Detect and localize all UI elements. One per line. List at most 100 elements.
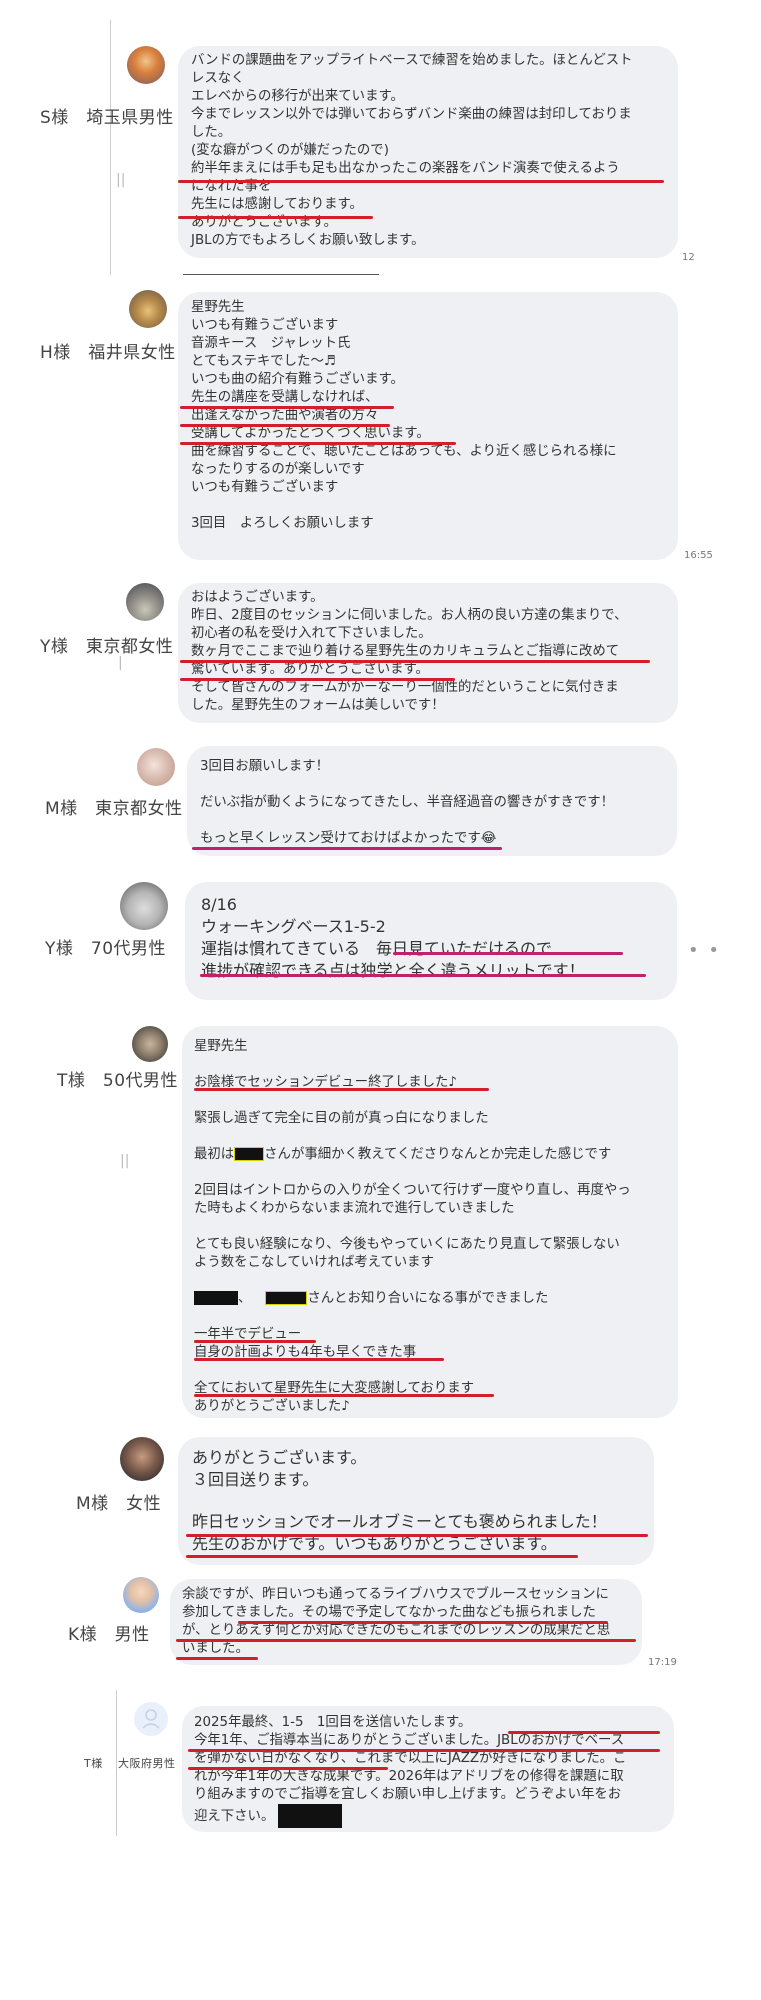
message-m-tokyo: M様 東京都女性 3回目お願いします！ だいぶ指が動くようになってきたし、半音経… [0,740,761,860]
message-line: なったりするのが楽しいです [191,462,365,477]
message-line: 最初は さんが事細かく教えてくださりなんとか完走した感じです [194,1146,611,1164]
message-line: とてもステキでした〜♬ [191,354,336,369]
message-t-50s: T様 50代男性 || 星野先生 お陰様でセッションデビュー終了しました♪ 緊張… [0,1020,761,1420]
message-bubble[interactable]: 8/16 ウォーキングベース1-5-2 運指は慣れてきている 毎日見ていただける… [185,882,677,1000]
message-bubble[interactable]: 3回目お願いします！ だいぶ指が動くようになってきたし、半音経過音の響きがすきで… [187,746,677,856]
message-line: ありがとうございます。 [192,1448,367,1467]
user-avatar[interactable] [134,1702,168,1736]
message-line: 星野先生 [194,1039,248,1054]
message-line: 進捗が確認できる点は独学と全く違うメリットです！ [201,961,585,980]
highlight-underline [176,1657,258,1660]
user-avatar[interactable] [120,1437,164,1481]
message-line: 、 さんとお知り合いになる事ができました [194,1290,548,1308]
message-k-male: K様 男性 余談ですが、昨日いつも通ってるライブハウスでブルースセッションに 参… [0,1575,761,1670]
highlight-underline [192,847,502,850]
message-line: 3回目 よろしくお願いします [191,516,374,531]
message-line: 昨日、2度目のセッションに伺いました。お人柄の良い方達の集まりで、 [191,608,628,623]
message-line: おはようございます。 [191,590,324,605]
message-line: ウォーキングベース1-5-2 [201,917,386,936]
message-line: 参加してきました。その場で予定してなかった曲なども振られました [182,1605,596,1620]
highlight-underline [508,1731,660,1734]
message-line: いつも有難うございます [191,480,339,495]
divider [183,274,379,275]
message-line: を弾かない日がなくなり、これまで以上にJAZZが好きになりました。こ [194,1751,627,1766]
message-bubble[interactable]: おはようございます。 昨日、2度目のセッションに伺いました。お人柄の良い方達の集… [178,583,678,723]
message-line: とても良い経験になり、今後もやっていくにあたり見直して緊張しない [194,1237,620,1252]
sender-label: T様 [84,1757,103,1770]
user-avatar[interactable] [132,1026,168,1062]
message-line: 今までレッスン以外では弾いておらずバンド楽曲の練習は封印しておりま [191,107,632,122]
divider-line [116,1690,117,1836]
message-bubble[interactable]: ありがとうございます。 ３回目送ります。 昨日セッションでオールオブミーとても褒… [178,1437,654,1565]
message-line: 3回目お願いします！ [200,759,330,774]
highlight-underline [238,1621,608,1624]
message-line: 数ヶ月でここまで辿り着ける星野先生のカリキュラムとご指導に改めて [191,644,620,659]
highlight-underline [194,1088,489,1091]
message-line: 曲を練習することで、聴いたことはあっても、より近く感じられる様に [191,444,617,459]
user-avatar[interactable] [126,583,164,621]
message-timestamp: 17:19 [648,1657,677,1668]
user-avatar[interactable] [137,748,175,786]
sender-area: 大阪府男性 [118,1757,176,1770]
user-avatar[interactable] [120,882,168,930]
user-avatar[interactable] [123,1577,159,1613]
redacted-name [278,1804,343,1828]
highlight-underline [180,424,390,427]
redacted-name [194,1291,238,1305]
message-line: れが今年1年の大きな成果です。2026年はアドリブをの修得を課題に取 [194,1769,624,1784]
message-line: ３回目送ります。 [192,1470,319,1489]
highlight-underline [188,1767,388,1770]
message-timestamp: 12 [682,252,695,263]
highlight-underline [176,1639,636,1642]
highlight-underline [180,406,394,409]
sender-label: M様 女性 [76,1494,162,1514]
sender-label: K様 男性 [68,1625,150,1645]
message-text: さんとお知り合いになる事ができました [307,1291,549,1306]
sender-label: Y様 東京都女性 [40,637,174,657]
message-line: もっと早くレッスン受けておけばよかったです😂 [200,831,497,846]
message-line: 緊張し過ぎて完全に目の前が真っ白になりました [194,1111,489,1126]
separator-mark: || [120,1153,130,1169]
message-line: が、とりあえず何とか対応できたのもこれまでのレッスンの成果だと思 [182,1623,611,1638]
message-text: 、 [238,1291,252,1306]
message-h-fukui: H様 福井県女性 星野先生 いつも有難うございます 音源キース ジャレット氏 と… [0,280,761,565]
message-line: 運指は慣れてきている 毎日見ていただけるので [201,939,553,958]
message-line: 2回目はイントロからの入りが全くついて行けず一度やり直し、再度やっ [194,1183,631,1198]
message-line: 先生の講座を受講しなければ、 [191,390,379,405]
highlight-underline [194,1340,316,1343]
message-line: いました。 [182,1641,249,1656]
highlight-underline [200,974,646,977]
message-line: JBLの方でもよろしくお願い致します。 [191,233,425,248]
message-text: 最初は [194,1147,235,1162]
message-s-saitama: S様 埼玉県男性 || バンドの課題曲をアップライトベースで練習を始めました。ほ… [0,0,761,275]
user-avatar[interactable] [127,46,165,84]
message-line: いつも有難うございます [191,318,339,333]
highlight-underline [178,180,664,183]
message-timestamp: 16:55 [684,550,713,561]
message-line: 8/16 [201,895,237,914]
sender-label: Y様 70代男性 [45,939,167,959]
message-t-osaka: T様 大阪府男性 2025年最終、1-5 1回目を送信いたします。 今年1年、ご… [0,1690,761,1840]
highlight-underline [180,442,456,445]
highlight-underline [186,1534,648,1537]
message-line: そして皆さんのフォームがかーなーり一個性的だということに気付きま [191,680,619,695]
message-line: 驚いています。ありがとうございます。 [191,662,429,677]
message-y-70s: Y様 70代男性 8/16 ウォーキングベース1-5-2 運指は慣れてきている … [0,872,761,1002]
person-icon [142,1709,160,1729]
message-line: 受講してよかったとつくづく思います。 [191,426,430,441]
message-line: バンドの課題曲をアップライトベースで練習を始めました。ほとんどスト [191,53,633,68]
user-avatar[interactable] [129,290,167,328]
highlight-underline [393,952,623,955]
sender-label: H様 福井県女性 [40,343,176,363]
message-m-female: M様 女性 ありがとうございます。 ３回目送ります。 昨日セッションでオールオブ… [0,1435,761,1570]
highlight-underline [178,216,373,219]
message-bubble[interactable]: バンドの課題曲をアップライトベースで練習を始めました。ほとんどスト レスなく エ… [178,46,678,258]
message-line: り組みますのでご指導を宜しくお願い申し上げます。どうぞよい年をお [194,1787,622,1802]
message-line: た時もよくわからないまま流れで進行していきました [194,1201,515,1216]
message-y-tokyo: Y様 東京都女性 | おはようございます。 昨日、2度目のセッションに伺いました… [0,575,761,725]
divider-line [110,20,111,275]
message-line: した。星野先生のフォームは美しいです！ [191,698,445,713]
highlight-underline [188,1749,660,1752]
more-options-icon[interactable]: • • [688,940,721,961]
message-line: 先生には感謝しております。 [191,197,363,212]
